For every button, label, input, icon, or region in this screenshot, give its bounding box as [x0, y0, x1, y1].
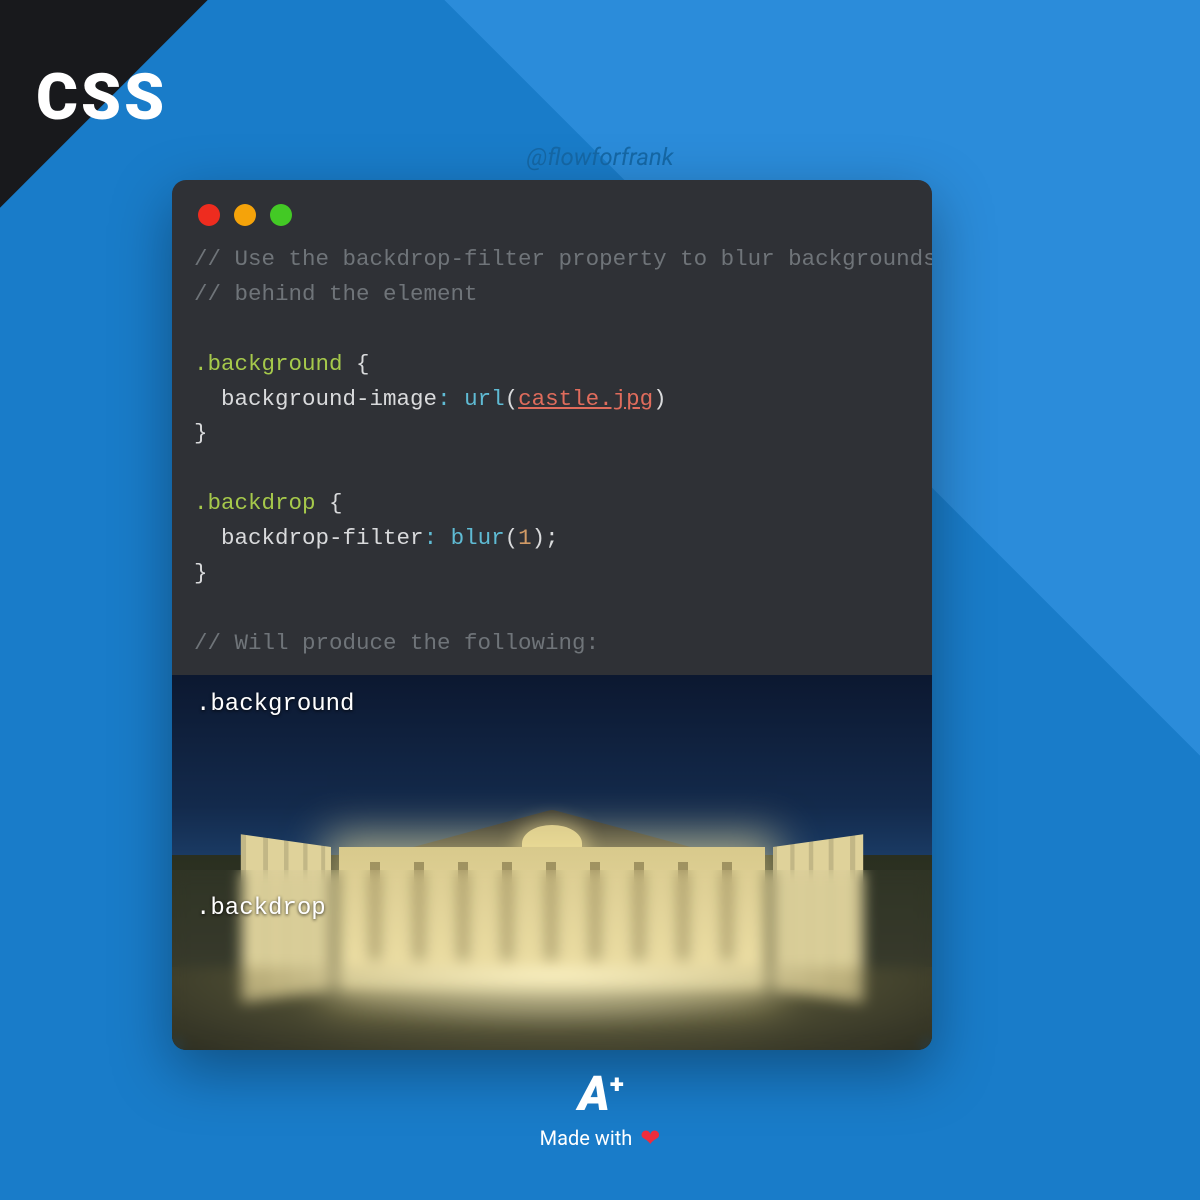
demo-label-backdrop: .backdrop — [196, 895, 326, 922]
made-with-line: Made with ❤ — [0, 1124, 1200, 1152]
code-selector: .backdrop — [194, 490, 316, 516]
code-number: 1 — [518, 525, 532, 551]
logo-aplus: A+ — [578, 1070, 622, 1118]
corner-label: CSS — [36, 60, 167, 135]
code-function: blur — [451, 525, 505, 551]
maximize-icon[interactable] — [270, 204, 292, 226]
code-block: // Use the backdrop-filter property to b… — [172, 236, 932, 675]
footer: A+ Made with ❤ — [0, 1070, 1200, 1152]
code-editor-window: // Use the backdrop-filter property to b… — [172, 180, 932, 1050]
code-selector: .background — [194, 351, 343, 377]
window-titlebar — [172, 180, 932, 236]
code-comment: // behind the element — [194, 281, 478, 307]
minimize-icon[interactable] — [234, 204, 256, 226]
code-comment: // Use the backdrop-filter property to b… — [194, 246, 932, 272]
code-property: background-image — [221, 386, 437, 412]
code-property: backdrop-filter — [221, 525, 424, 551]
logo-plus: + — [610, 1072, 622, 1098]
code-comment: // Will produce the following: — [194, 630, 599, 656]
close-icon[interactable] — [198, 204, 220, 226]
author-handle: @flowforfrank — [0, 143, 1200, 171]
demo-preview: .background .backdrop — [172, 675, 932, 1051]
heart-icon: ❤ — [640, 1124, 660, 1152]
demo-label-background: .background — [196, 691, 354, 718]
logo-letter: A — [578, 1070, 608, 1118]
code-url: castle.jpg — [518, 386, 653, 412]
code-function: url — [464, 386, 505, 412]
made-with-text: Made with — [540, 1126, 633, 1150]
